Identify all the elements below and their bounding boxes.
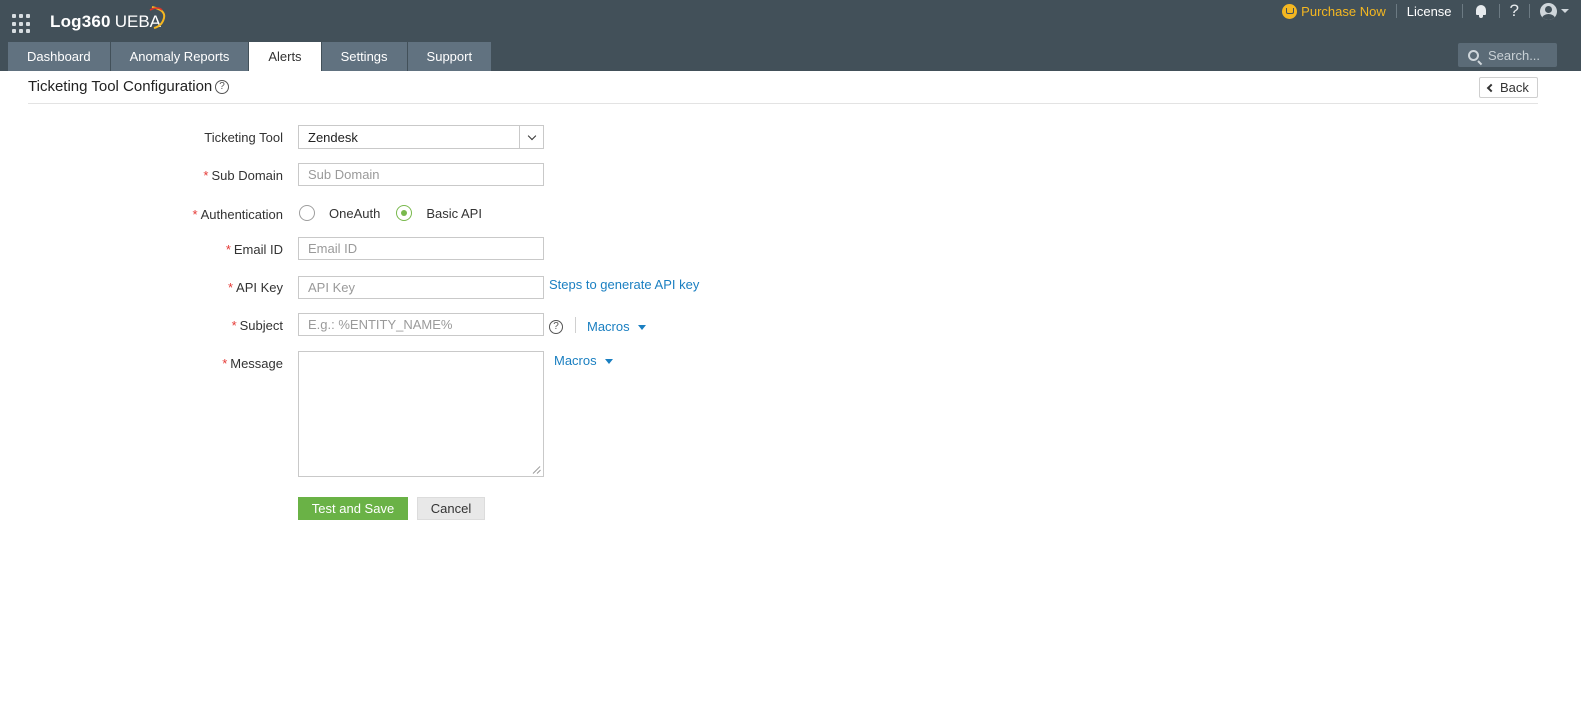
required-asterisk: * [203, 168, 209, 183]
message-macros-dropdown[interactable]: Macros [554, 353, 613, 368]
ticketing-tool-select[interactable]: Zendesk [298, 125, 544, 149]
tab-support[interactable]: Support [407, 42, 492, 71]
api-key-steps-link[interactable]: Steps to generate API key [549, 277, 699, 292]
cart-icon [1282, 3, 1298, 19]
purchase-now-link[interactable]: Purchase Now [1282, 3, 1386, 19]
caret-down-icon [637, 325, 646, 331]
basic-api-label[interactable]: Basic API [426, 206, 482, 221]
oneauth-label[interactable]: OneAuth [329, 206, 380, 221]
page-title: Ticketing Tool Configuration [28, 78, 213, 95]
logo-arc-icon [149, 6, 166, 29]
logo-brand: Log360 [50, 12, 111, 31]
tab-settings[interactable]: Settings [321, 42, 407, 71]
ticketing-tool-value: Zendesk [308, 129, 358, 145]
ticketing-tool-label: Ticketing Tool [204, 130, 283, 145]
search-icon [1468, 49, 1479, 61]
top-navigation-bar: Log360 UEBA Purchase Now License ? Dashbo… [0, 0, 1581, 71]
email-field[interactable] [298, 237, 544, 260]
dropdown-toggle[interactable] [519, 126, 543, 148]
message-label-text: Message [230, 356, 283, 371]
message-label: * Message [222, 356, 283, 371]
required-asterisk: * [225, 242, 231, 257]
email-label: * Email ID [226, 242, 283, 257]
required-asterisk: * [227, 280, 234, 295]
subject-macros-label: Macros [587, 319, 630, 334]
test-and-save-button[interactable]: Test and Save [298, 497, 408, 520]
help-icon[interactable]: ? [215, 80, 229, 94]
email-label-text: Email ID [233, 242, 283, 257]
authentication-label-text: Authentication [200, 207, 283, 222]
bell-icon[interactable] [1473, 3, 1489, 19]
sub-domain-input[interactable] [298, 163, 544, 186]
divider [1395, 4, 1397, 18]
basic-api-radio[interactable] [396, 205, 413, 221]
purchase-now-label: Purchase Now [1301, 3, 1386, 19]
header-divider [28, 103, 1538, 104]
ticketing-tool-label-text: Ticketing Tool [204, 130, 283, 145]
authentication-radio-group: OneAuth Basic API [299, 205, 498, 221]
back-label: Back [1500, 80, 1529, 95]
tab-anomaly-reports[interactable]: Anomaly Reports [110, 42, 249, 71]
subject-input[interactable] [298, 313, 544, 336]
main-tabs: Dashboard Anomaly Reports Alerts Setting… [8, 42, 492, 71]
subject-label: * Subject [232, 318, 283, 333]
message-macros-label: Macros [554, 353, 597, 368]
authentication-label: * Authentication [193, 207, 283, 222]
api-key-input[interactable] [298, 276, 544, 299]
oneauth-radio[interactable] [299, 205, 315, 221]
required-asterisk: * [222, 356, 228, 371]
license-link[interactable]: License [1407, 4, 1452, 19]
api-key-label: * API Key [228, 280, 283, 295]
tab-alerts[interactable]: Alerts [249, 42, 321, 71]
search-box[interactable] [1458, 43, 1558, 67]
product-logo[interactable]: Log360 UEBA [50, 12, 161, 32]
divider [1529, 4, 1530, 18]
back-button[interactable]: Back [1479, 77, 1538, 98]
user-menu[interactable] [1540, 2, 1569, 20]
help-icon[interactable]: ? [549, 320, 563, 334]
chevron-down-icon [527, 131, 536, 140]
caret-down-icon [1561, 9, 1569, 13]
sub-domain-label-text: Sub Domain [211, 168, 283, 183]
divider [575, 317, 576, 333]
divider [1498, 4, 1500, 18]
help-icon[interactable]: ? [1510, 1, 1519, 21]
api-key-label-text: API Key [236, 280, 283, 295]
resize-handle-icon[interactable] [533, 466, 541, 474]
search-input[interactable] [1488, 47, 1558, 63]
sub-domain-label: * Sub Domain [203, 168, 283, 183]
caret-down-icon [604, 359, 613, 365]
required-asterisk: * [192, 207, 198, 222]
subject-macros-dropdown[interactable]: Macros [587, 319, 646, 334]
chevron-left-icon [1486, 83, 1496, 92]
required-asterisk: * [231, 318, 237, 333]
cancel-button[interactable]: Cancel [417, 497, 485, 520]
apps-grid-icon[interactable] [12, 14, 32, 34]
message-textarea[interactable] [298, 351, 544, 477]
subject-label-text: Subject [239, 318, 283, 333]
user-icon [1540, 2, 1557, 20]
tab-dashboard[interactable]: Dashboard [8, 42, 110, 71]
divider [1461, 4, 1463, 18]
top-right-utilities: Purchase Now License ? [1282, 0, 1581, 22]
